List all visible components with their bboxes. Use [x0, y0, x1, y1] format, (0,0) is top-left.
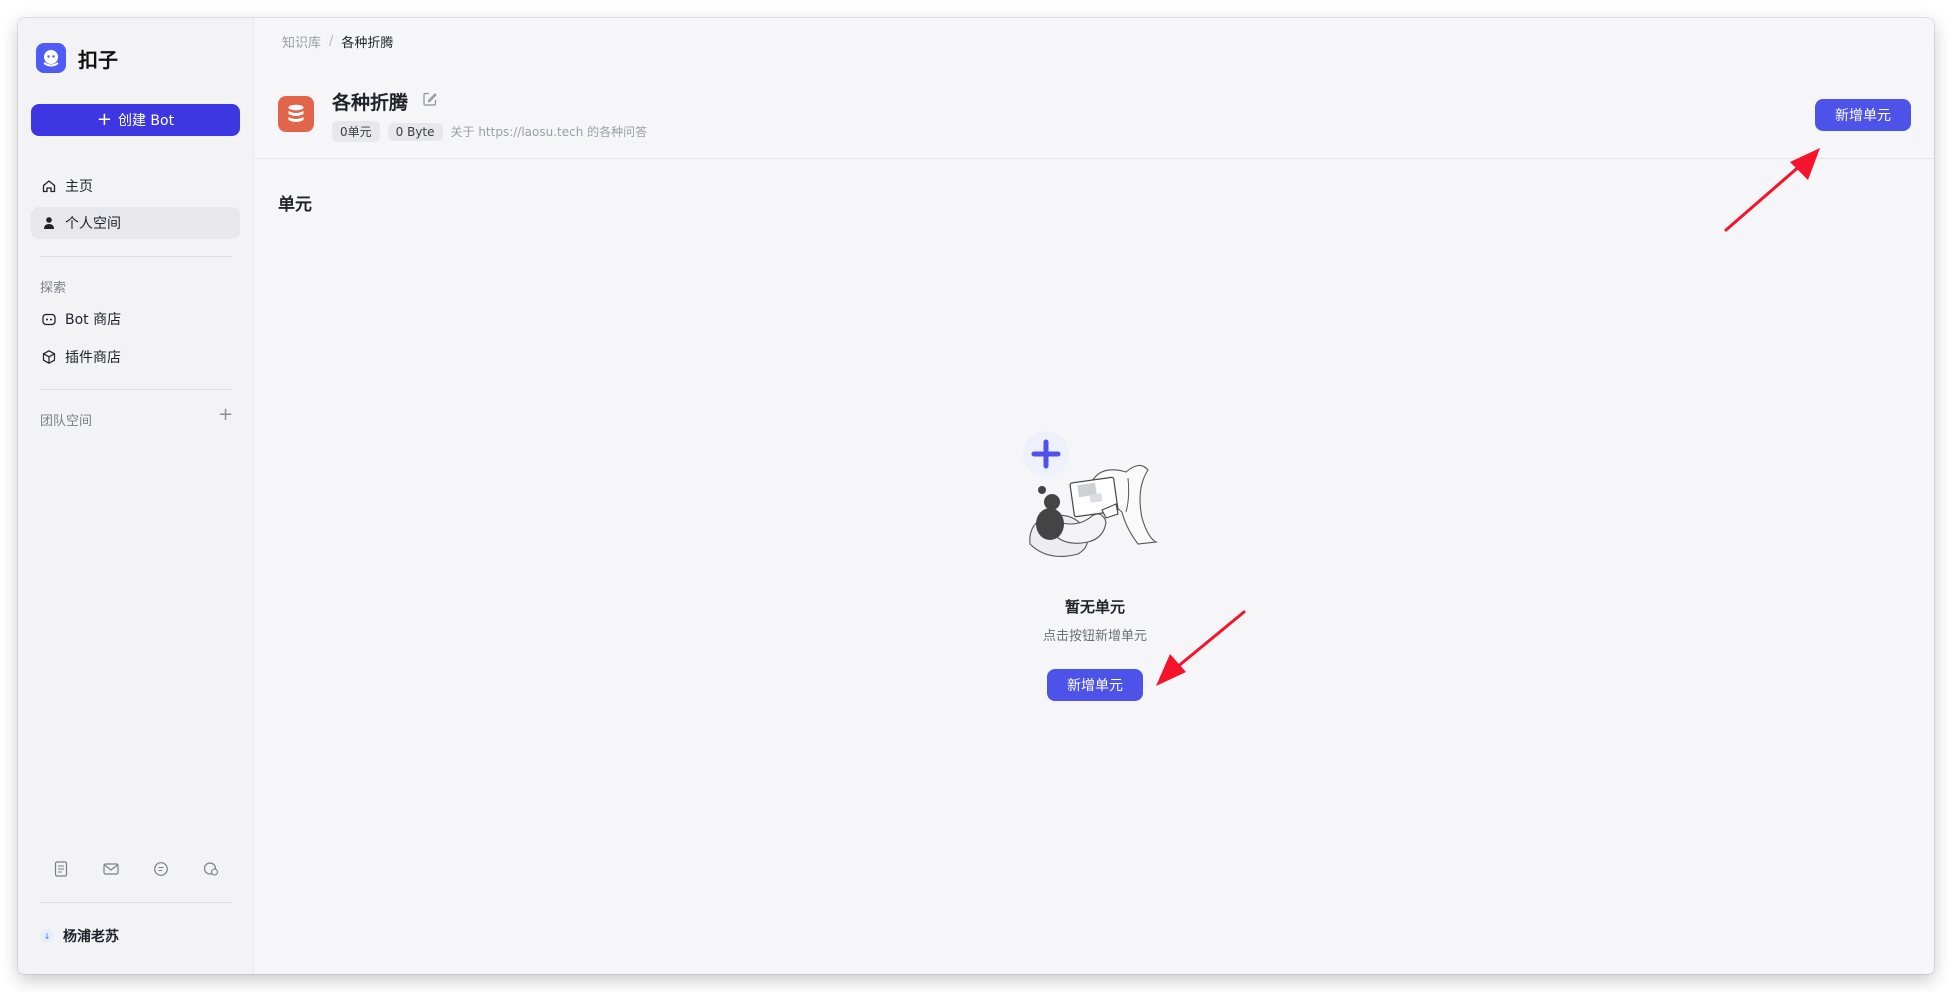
knowledge-description: 关于 https://laosu.tech 的各种问答 — [450, 125, 648, 139]
create-bot-label: 创建 Bot — [117, 113, 175, 129]
add-unit-button[interactable]: 新增单元 — [1815, 99, 1911, 131]
avatar: ↓ — [40, 929, 54, 943]
sidebar-divider — [40, 902, 232, 903]
plus-icon: + — [96, 109, 112, 130]
sidebar-item-bot-store[interactable]: Bot 商店 — [31, 303, 240, 335]
annotation-arrow-center — [1156, 610, 1246, 686]
empty-add-unit-button[interactable]: 新增单元 — [1047, 669, 1143, 701]
user-name: 杨浦老苏 — [63, 929, 119, 945]
annotation-arrow-top — [1724, 148, 1820, 232]
document-icon[interactable] — [52, 860, 70, 878]
knowledge-title: 各种折腾 — [332, 92, 409, 114]
sidebar-item-home[interactable]: 主页 — [31, 170, 240, 202]
sidebar-divider — [40, 256, 232, 257]
breadcrumb-knowledge-base[interactable]: 知识库 — [282, 32, 321, 51]
sidebar-item-label: Bot 商店 — [65, 312, 122, 328]
app-name: 扣子 — [78, 47, 118, 72]
coze-logo-icon — [36, 43, 66, 73]
app-window: 扣子 + 创建 Bot 主页 个人空间 探索 Bot 商店 插件商店 团队空间 … — [18, 18, 1934, 974]
bot-icon — [42, 313, 56, 326]
add-team-icon[interactable]: + — [218, 404, 233, 425]
breadcrumb: 知识库 / 各种折腾 — [282, 32, 393, 51]
unit-count-badge: 0单元 — [332, 121, 380, 142]
empty-state-illustration — [1023, 431, 1158, 557]
user-icon — [44, 217, 54, 229]
create-bot-button[interactable]: + 创建 Bot — [31, 104, 240, 136]
sidebar-footer-icons — [40, 860, 232, 878]
home-icon — [42, 180, 56, 193]
size-badge: 0 Byte — [387, 122, 443, 141]
breadcrumb-current: 各种折腾 — [341, 36, 394, 51]
sidebar-item-label: 个人空间 — [65, 216, 121, 232]
team-space-label[interactable]: 团队空间 — [40, 410, 92, 429]
feedback-icon[interactable] — [202, 860, 220, 878]
app-logo[interactable]: 扣子 — [36, 43, 118, 73]
cube-icon — [42, 350, 56, 364]
sidebar-item-personal-space[interactable]: 个人空间 — [31, 207, 240, 239]
knowledge-meta: 0单元 0 Byte 关于 https://laosu.tech 的各种问答 — [332, 121, 647, 142]
sidebar-item-label: 插件商店 — [65, 350, 121, 366]
sidebar-item-plugin-store[interactable]: 插件商店 — [31, 341, 240, 373]
chat-icon[interactable] — [152, 860, 170, 878]
sidebar-item-label: 主页 — [65, 179, 93, 195]
mail-icon[interactable] — [102, 860, 120, 878]
breadcrumb-separator: / — [329, 34, 334, 49]
header-divider — [255, 158, 1934, 159]
sidebar-divider — [40, 389, 232, 390]
database-icon — [278, 96, 314, 132]
sidebar: 扣子 + 创建 Bot 主页 个人空间 探索 Bot 商店 插件商店 团队空间 … — [18, 18, 254, 974]
section-title: 单元 — [278, 195, 312, 215]
user-profile[interactable]: ↓ 杨浦老苏 — [40, 926, 119, 946]
explore-label: 探索 — [40, 281, 67, 296]
edit-icon[interactable] — [422, 91, 438, 107]
